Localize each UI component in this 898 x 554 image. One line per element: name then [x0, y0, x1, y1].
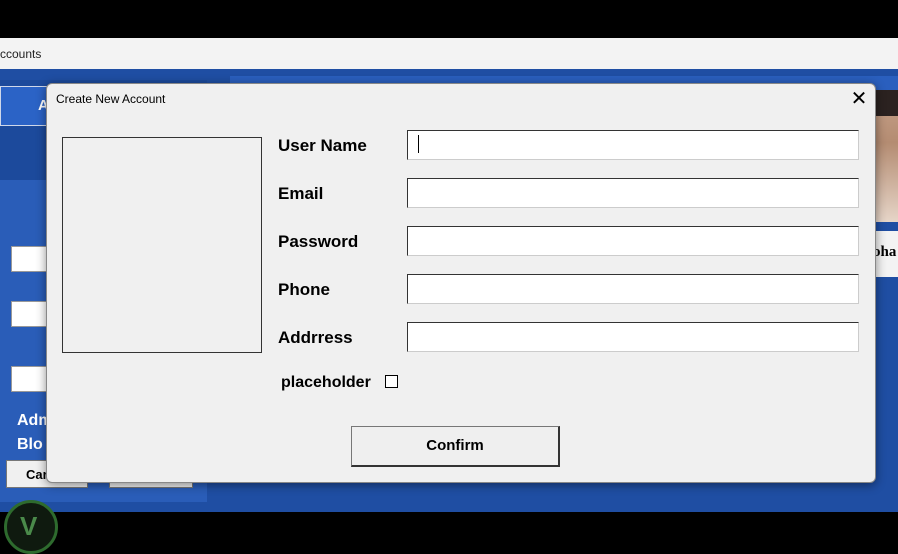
app-logo-icon: V — [4, 500, 58, 554]
dialog-title: Create New Account — [56, 92, 166, 106]
phone-input[interactable] — [407, 274, 859, 304]
create-account-dialog: Create New Account ✕ User Name Email Pas… — [46, 83, 876, 483]
username-input[interactable] — [407, 130, 859, 160]
placeholder-checkbox[interactable] — [385, 375, 398, 388]
profile-name: oha — [873, 244, 897, 260]
confirm-button[interactable]: Confirm — [351, 426, 560, 467]
text-caret — [418, 135, 419, 153]
account-image-box[interactable] — [62, 137, 262, 353]
background-window-title: ccounts — [0, 47, 42, 61]
phone-label: Phone — [278, 280, 330, 299]
background-titlebar — [0, 38, 898, 70]
username-label: User Name — [278, 136, 367, 155]
background-card-button-label: Car — [26, 467, 48, 482]
password-input[interactable] — [407, 226, 859, 256]
close-icon[interactable]: ✕ — [843, 85, 875, 113]
email-input[interactable] — [407, 178, 859, 208]
placeholder-checkbox-label: placeholder — [281, 374, 371, 391]
address-input[interactable] — [407, 322, 859, 352]
email-label: Email — [278, 184, 324, 203]
password-label: Password — [278, 232, 359, 251]
address-label: Addrress — [278, 328, 353, 347]
